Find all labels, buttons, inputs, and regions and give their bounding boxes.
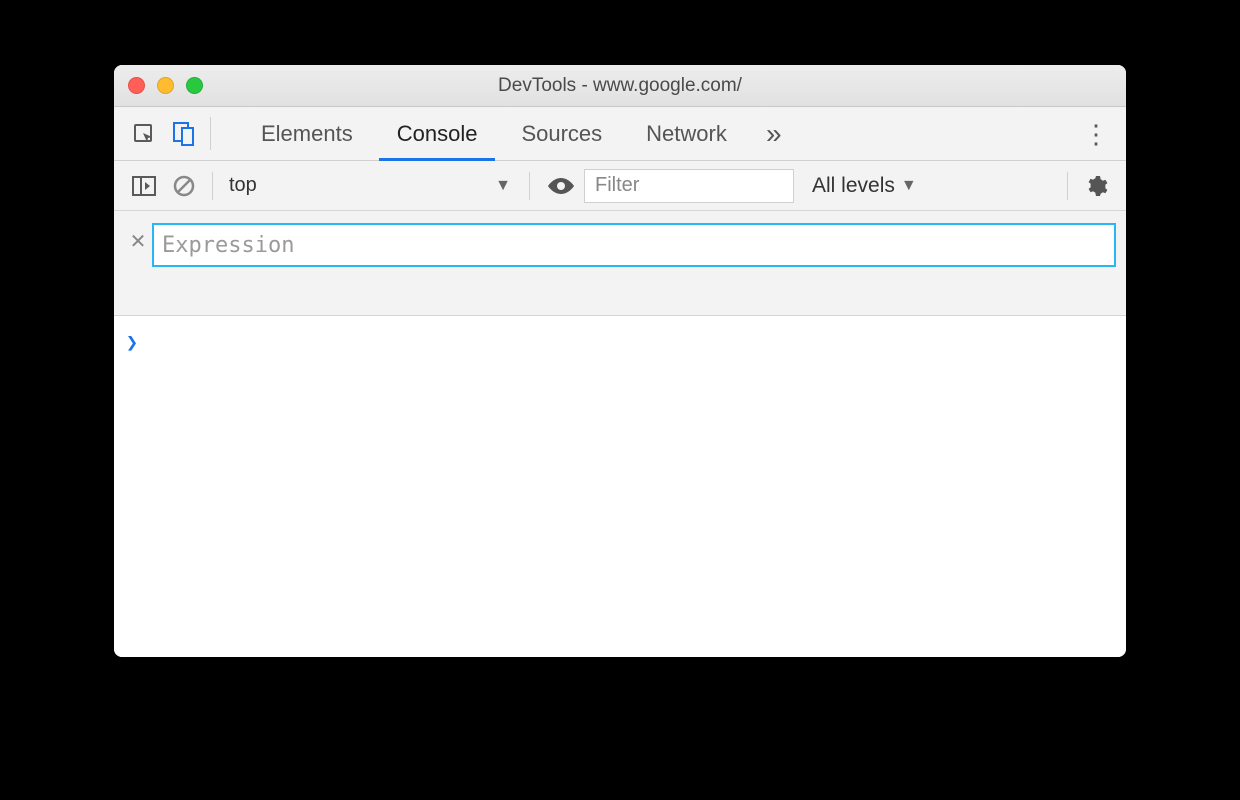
live-expression-bar: ✕ — [114, 211, 1126, 316]
tab-elements[interactable]: Elements — [239, 107, 375, 160]
console-settings-button[interactable] — [1076, 174, 1116, 198]
toggle-console-sidebar-button[interactable] — [124, 176, 164, 196]
console-prompt-icon: ❯ — [126, 330, 138, 354]
inspect-icon — [132, 122, 156, 146]
toolbar-separator — [529, 172, 530, 200]
window-title: DevTools - www.google.com/ — [114, 75, 1126, 97]
tab-label: Console — [397, 121, 478, 147]
create-live-expression-button[interactable] — [538, 177, 584, 195]
window-minimize-button[interactable] — [157, 77, 174, 94]
tabstrip-separator — [210, 117, 211, 150]
console-output[interactable]: ❯ — [114, 316, 1126, 657]
inspect-element-button[interactable] — [124, 107, 164, 160]
eye-icon — [547, 177, 575, 195]
chevron-double-right-icon: » — [766, 118, 782, 150]
window-zoom-button[interactable] — [186, 77, 203, 94]
device-icon — [172, 121, 196, 147]
console-filter-input[interactable] — [593, 173, 785, 198]
tab-console[interactable]: Console — [375, 107, 500, 160]
tab-sources[interactable]: Sources — [499, 107, 624, 160]
log-level-select[interactable]: All levels ▼ — [812, 174, 917, 198]
sidebar-toggle-icon — [132, 176, 156, 196]
panel-tabstrip: Elements Console Sources Network » ⋮ — [114, 107, 1126, 161]
dropdown-arrow-icon: ▼ — [901, 177, 917, 195]
tab-label: Elements — [261, 121, 353, 147]
tab-network[interactable]: Network — [624, 107, 749, 160]
devtools-window: DevTools - www.google.com/ Elements Cons… — [114, 65, 1126, 657]
dropdown-arrow-icon: ▼ — [495, 177, 511, 195]
kebab-icon: ⋮ — [1083, 121, 1109, 147]
window-traffic-lights — [114, 77, 217, 94]
overflow-tabs-button[interactable]: » — [749, 107, 799, 160]
console-filter-box[interactable] — [584, 169, 794, 203]
clear-console-button[interactable] — [164, 175, 204, 197]
tab-label: Network — [646, 121, 727, 147]
window-titlebar: DevTools - www.google.com/ — [114, 65, 1126, 107]
toolbar-separator — [212, 172, 213, 200]
window-close-button[interactable] — [128, 77, 145, 94]
toolbar-separator — [1067, 172, 1068, 200]
log-level-label: All levels — [812, 174, 895, 198]
clear-icon — [173, 175, 195, 197]
device-toolbar-button[interactable] — [164, 107, 204, 160]
console-toolbar-right — [1059, 172, 1116, 200]
tab-label: Sources — [521, 121, 602, 147]
console-toolbar: top ▼ All levels ▼ — [114, 161, 1126, 211]
execution-context-label: top — [229, 174, 257, 197]
main-menu-button[interactable]: ⋮ — [1076, 121, 1116, 147]
panel-tabs: Elements Console Sources Network — [239, 107, 749, 160]
remove-live-expression-button[interactable]: ✕ — [124, 223, 152, 254]
tabstrip-right: ⋮ — [1063, 107, 1116, 160]
live-expression-input[interactable] — [152, 223, 1116, 267]
close-icon: ✕ — [130, 229, 147, 254]
execution-context-select[interactable]: top ▼ — [221, 169, 521, 203]
gear-icon — [1084, 174, 1108, 198]
